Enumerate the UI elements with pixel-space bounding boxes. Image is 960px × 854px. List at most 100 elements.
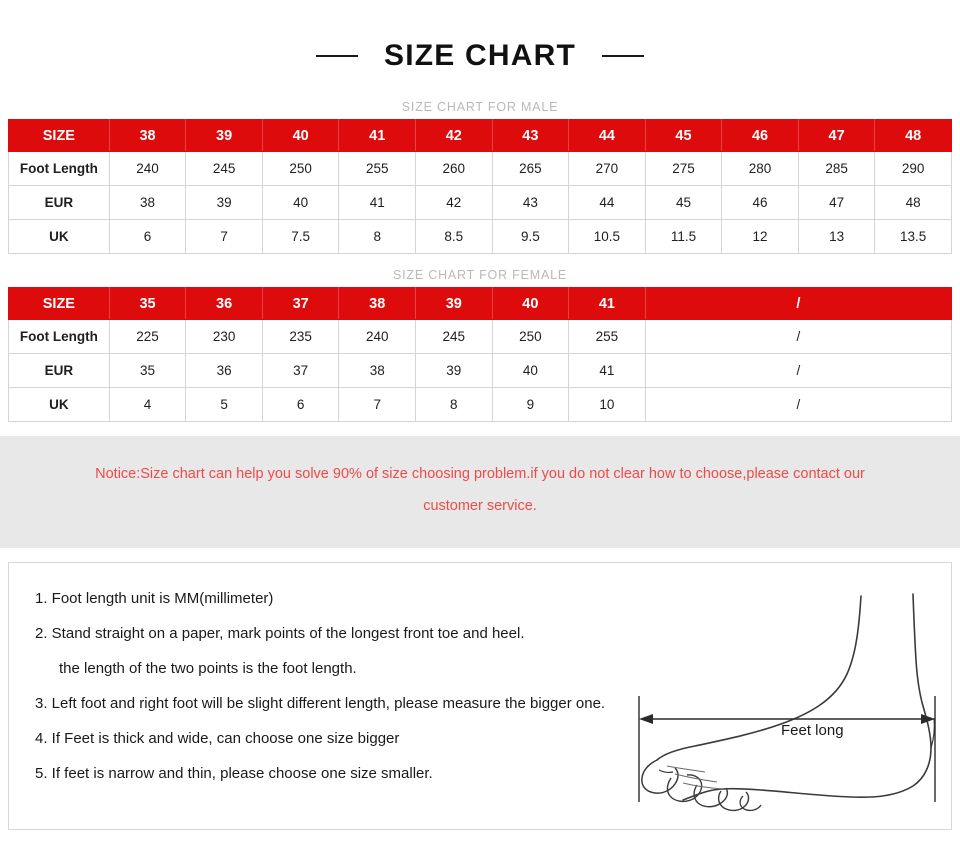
- cell-uk: 8: [338, 219, 416, 254]
- row-label-uk: UK: [8, 387, 110, 422]
- cell-eur: 45: [644, 185, 723, 220]
- cell-eur: 35: [108, 353, 187, 388]
- size-chart-page: SIZE CHART SIZE CHART FOR MALE SIZE 38 39 4…: [0, 0, 960, 854]
- cell-eur: 43: [491, 185, 570, 220]
- cell-foot_length: 285: [797, 151, 876, 186]
- table-row: EUR 35 36 37 38 39 40 41/: [8, 353, 953, 388]
- header-cell-size-38: 38: [108, 119, 187, 152]
- header-cell-size-38: 38: [338, 287, 416, 320]
- cell-foot_length: 235: [261, 319, 340, 354]
- cell-uk: 6: [261, 387, 340, 422]
- header-cell-size-42: 42: [414, 119, 493, 152]
- header-cell-size-label: SIZE: [8, 119, 110, 152]
- cell-uk: 8.5: [414, 219, 493, 254]
- row-label-eur: EUR: [8, 185, 110, 220]
- table-row: Foot Length 240 245 250 255 260 265 270 275 280 28…: [8, 151, 952, 186]
- cell-uk: 12: [721, 219, 799, 254]
- row-label-foot_length: Foot Length: [8, 319, 110, 354]
- cell-foot_length: 240: [108, 151, 187, 186]
- cell-uk: 5: [185, 387, 263, 422]
- cell-eur: 41: [568, 353, 646, 388]
- header-cell-size-46: 46: [721, 119, 799, 152]
- cell-foot_length: 245: [414, 319, 493, 354]
- cell-foot_length: 265: [491, 151, 570, 186]
- female-size-table: SIZE 35 36 37 38 39 40 41/Foot Length 225 230 235 2…: [8, 287, 953, 422]
- cell-foot_length: 230: [185, 319, 263, 354]
- instructions-panel: 1. Foot length unit is MM(millimeter) 2. …: [8, 562, 952, 830]
- cell-uk: 8: [414, 387, 493, 422]
- cell-foot_length: 255: [338, 151, 416, 186]
- cell-eur: 44: [568, 185, 646, 220]
- cell-eur: 40: [491, 353, 570, 388]
- cell-merged-placeholder: /: [644, 319, 953, 354]
- foot-diagram-icon: [638, 593, 936, 812]
- header-cell-size-39: 39: [414, 287, 493, 320]
- cell-eur: 37: [261, 353, 340, 388]
- header-cell-size-40: 40: [261, 119, 340, 152]
- cell-foot_length: 280: [721, 151, 799, 186]
- cell-foot_length: 290: [874, 151, 952, 186]
- header-cell-size-40: 40: [491, 287, 570, 320]
- cell-uk: 13.5: [874, 219, 952, 254]
- table-row: EUR 38 39 40 41 42 43 44 45 46 47 48: [8, 185, 952, 220]
- cell-uk: 9: [491, 387, 570, 422]
- table-row: UK 4 5 6 7 8 9 10/: [8, 387, 953, 422]
- cell-uk: 7: [185, 219, 263, 254]
- cell-eur: 47: [797, 185, 876, 220]
- cell-eur: 46: [721, 185, 799, 220]
- notice-line-1: Notice:Size chart can help you solve 90%…: [95, 466, 865, 482]
- male-size-table: SIZE 38 39 40 41 42 43 44 45 46 47 48 Foot Length 240…: [8, 119, 952, 254]
- header-cell-size-35: 35: [108, 287, 187, 320]
- feet-long-label: Feet long: [781, 722, 844, 739]
- cell-foot_length: 240: [338, 319, 416, 354]
- cell-eur: 39: [185, 185, 263, 220]
- table-header-row: SIZE 38 39 40 41 42 43 44 45 46 47 48: [8, 119, 952, 152]
- cell-eur: 38: [338, 353, 416, 388]
- cell-eur: 38: [108, 185, 187, 220]
- cell-eur: 39: [414, 353, 493, 388]
- title-dash-right: [602, 55, 644, 57]
- notice-line-2: customer service.: [423, 498, 537, 514]
- cell-merged-placeholder: /: [644, 353, 953, 388]
- cell-uk: 10.5: [568, 219, 646, 254]
- header-cell-size-39: 39: [185, 119, 263, 152]
- male-section-subtitle: SIZE CHART FOR MALE: [401, 100, 559, 114]
- table-header-row: SIZE 35 36 37 38 39 40 41/: [8, 287, 953, 320]
- cell-foot_length: 260: [414, 151, 493, 186]
- table-row: Foot Length 225 230 235 240 245 250 255/: [8, 319, 953, 354]
- header-cell-size-48: 48: [874, 119, 952, 152]
- cell-uk: 7.5: [261, 219, 340, 254]
- cell-uk: 11.5: [644, 219, 723, 254]
- cell-eur: 41: [338, 185, 416, 220]
- page-title-row: SIZE CHART: [0, 0, 960, 78]
- cell-merged-placeholder: /: [644, 387, 953, 422]
- cell-uk: 10: [568, 387, 646, 422]
- foot-measure-figure: Feet long: [613, 588, 943, 823]
- header-cell-size-44: 44: [568, 119, 646, 152]
- cell-eur: 42: [414, 185, 493, 220]
- header-cell-size-45: 45: [644, 119, 723, 152]
- row-label-uk: UK: [8, 219, 110, 254]
- table-row: UK 6 7 7.5 8 8.5 9.5 10.5 11.5 12 13 13.5: [8, 219, 952, 254]
- page-title: SIZE CHART: [384, 39, 576, 72]
- header-cell-size-43: 43: [491, 119, 570, 152]
- header-cell-size-label: SIZE: [8, 287, 110, 320]
- cell-uk: 7: [338, 387, 416, 422]
- cell-foot_length: 245: [185, 151, 263, 186]
- cell-foot_length: 270: [568, 151, 646, 186]
- notice-banner: Notice:Size chart can help you solve 90%…: [0, 436, 960, 548]
- header-cell-size-41: 41: [568, 287, 646, 320]
- cell-foot_length: 250: [491, 319, 570, 354]
- female-table-wrapper: SIZE 35 36 37 38 39 40 41/Foot Length 225 230 235 2…: [8, 287, 953, 422]
- cell-foot_length: 225: [108, 319, 187, 354]
- cell-eur: 48: [874, 185, 952, 220]
- cell-foot_length: 250: [261, 151, 340, 186]
- cell-uk: 9.5: [491, 219, 570, 254]
- cell-uk: 13: [797, 219, 876, 254]
- header-cell-size-41: 41: [338, 119, 416, 152]
- header-cell-size-47: 47: [797, 119, 876, 152]
- cell-uk: 6: [108, 219, 187, 254]
- cell-uk: 4: [108, 387, 187, 422]
- cell-foot_length: 255: [568, 319, 646, 354]
- header-cell-size-37: 37: [261, 287, 340, 320]
